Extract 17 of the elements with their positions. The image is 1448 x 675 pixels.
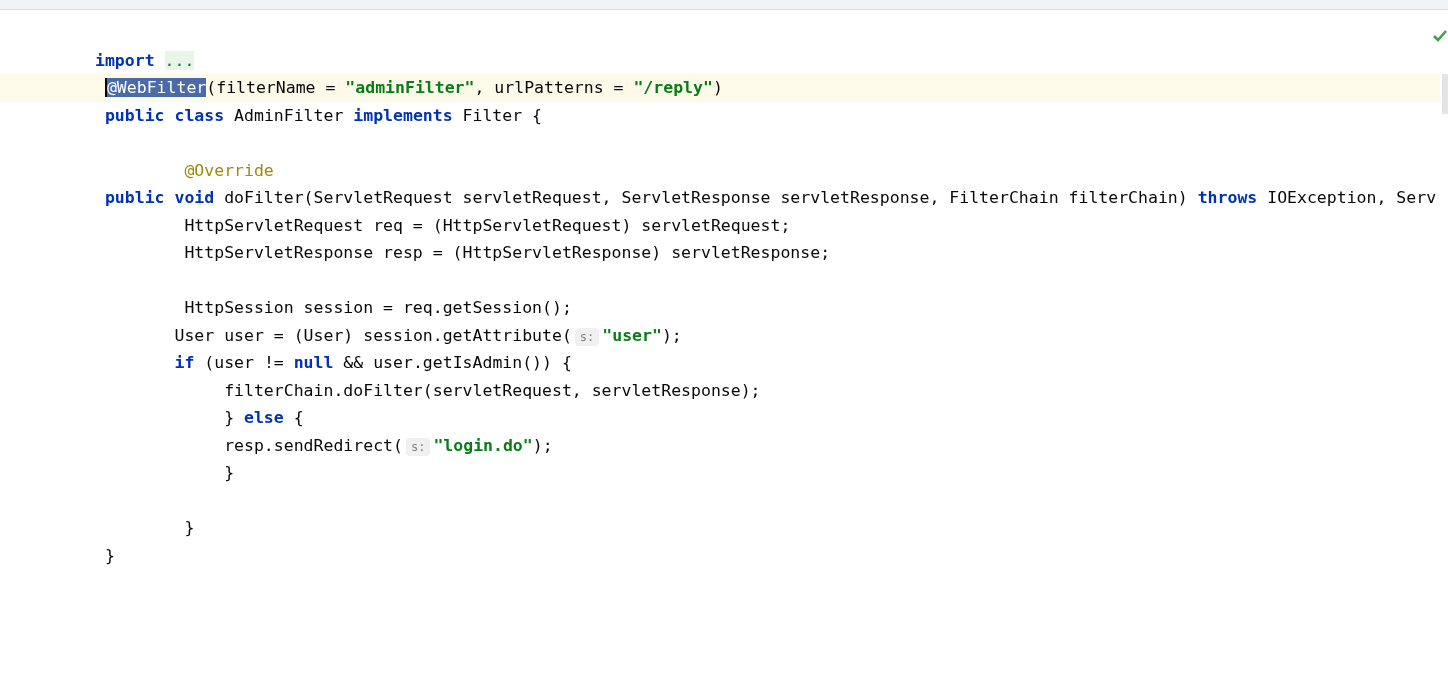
code-line: public class AdminFilter implements Filter { xyxy=(103,104,544,127)
code-line: filterChain.doFilter(servletRequest, servletResponse); xyxy=(223,379,762,402)
code-line: } xyxy=(223,462,236,484)
code-line: @Override xyxy=(183,159,275,182)
code-line: } xyxy=(103,544,116,567)
check-icon[interactable] xyxy=(1433,30,1447,42)
code-line: HttpServletRequest req = (HttpServletRequest) servletRequest; xyxy=(183,214,792,237)
code-line: resp.sendRedirect( s: "login.do"); xyxy=(223,434,554,458)
code-line: public void doFilter(ServletRequest servletRequest, ServletResponse servletResponse, FilterChain filterChain) throws IOException, Serv xyxy=(103,187,1438,209)
code-line: User user = (User) session.getAttribute( s: "user"); xyxy=(173,324,683,348)
code-line: HttpServletResponse resp = (HttpServletResponse) servletResponse; xyxy=(183,242,832,264)
scrollbar[interactable] xyxy=(1442,74,1448,114)
code-line: import ... xyxy=(94,49,196,72)
code-line: if (user != null && user.getIsAdmin()) { xyxy=(173,352,573,374)
code-line: } xyxy=(183,517,196,539)
code-line: HttpSession session = req.getSession(); xyxy=(183,297,573,319)
code-line: } else { xyxy=(223,407,305,429)
